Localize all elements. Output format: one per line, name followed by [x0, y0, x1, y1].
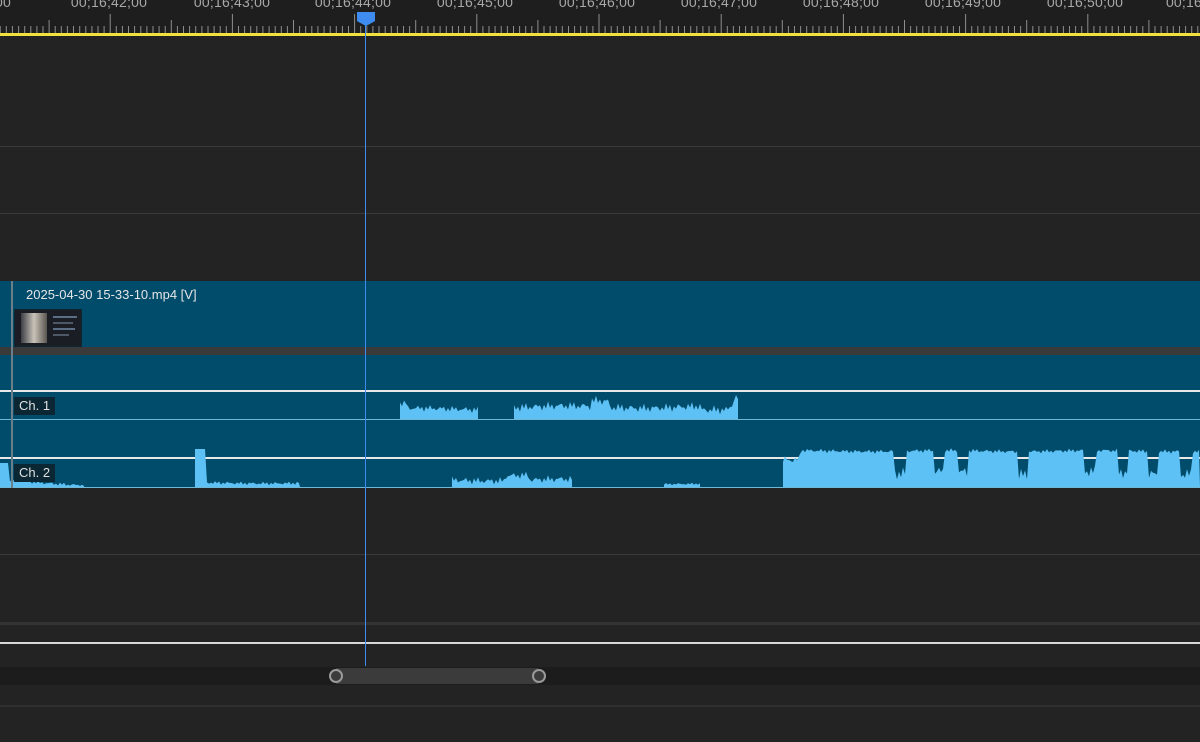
- channel-2-label: Ch. 2: [14, 464, 56, 482]
- channel-1-waveform: [400, 400, 478, 419]
- channel-1-label: Ch. 1: [14, 397, 56, 415]
- channel-1-waveform: [514, 395, 738, 419]
- channel-2-waveform: [195, 449, 300, 487]
- playhead-line[interactable]: [365, 24, 366, 666]
- horizontal-scrollbar[interactable]: [0, 667, 1200, 685]
- channel-2-waveform: [664, 482, 700, 487]
- scrollbar-thumb[interactable]: [336, 668, 538, 684]
- track-divider: [0, 622, 1200, 625]
- audio-track-3[interactable]: [0, 555, 1200, 621]
- master-track-border: [0, 642, 1200, 644]
- bottom-panel: [0, 705, 1200, 742]
- clip-in-edge[interactable]: [11, 281, 13, 488]
- scrollbar-left-handle[interactable]: [329, 669, 343, 683]
- scrollbar-right-handle[interactable]: [532, 669, 546, 683]
- channel-2-waveform: [783, 448, 1200, 487]
- channel-2-waveform: [452, 471, 572, 487]
- audio-track-2[interactable]: [0, 489, 1200, 554]
- audio-waveforms: [0, 395, 1200, 487]
